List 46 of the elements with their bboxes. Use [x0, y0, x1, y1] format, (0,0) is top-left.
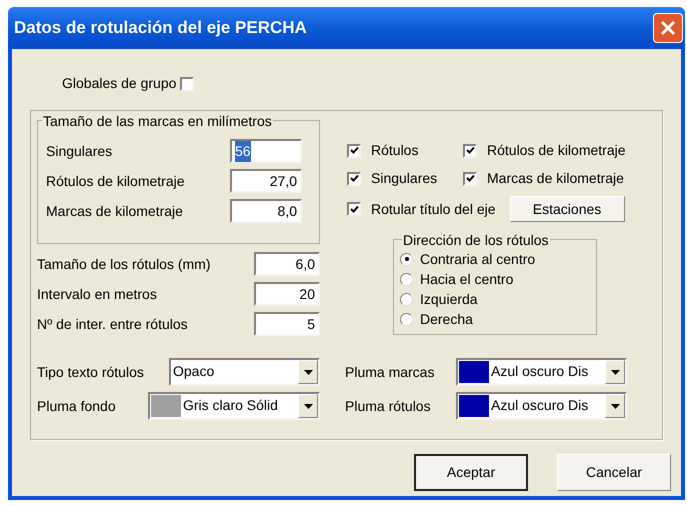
checkbox[interactable] — [463, 144, 477, 158]
dropdown[interactable]: Azul oscuro Dis — [456, 358, 627, 386]
field-label: Marcas de kilometraje — [46, 202, 184, 221]
dropdown[interactable]: Opaco — [169, 358, 320, 386]
input-field[interactable]: 5 — [254, 312, 320, 336]
checkbox-label[interactable]: Rótulos — [371, 140, 451, 161]
dialog-button[interactable]: Cancelar — [557, 454, 671, 491]
checkbox[interactable] — [347, 172, 361, 186]
close-button[interactable] — [653, 13, 683, 43]
checkbox[interactable] — [347, 144, 361, 158]
field-label: Rótulos de kilometraje — [46, 172, 186, 191]
radio-label[interactable]: Izquierda — [420, 288, 478, 310]
checkbox[interactable] — [180, 76, 194, 90]
checkbox-label[interactable]: Singulares — [371, 168, 459, 189]
radio-button[interactable] — [400, 272, 413, 286]
field-label: Intervalo en metros — [37, 284, 158, 304]
field-label: Tamaño de los rótulos (mm) — [37, 254, 212, 274]
field-label: Nº de inter. entre rótulos — [37, 314, 189, 334]
field-label: Pluma fondo — [37, 396, 117, 416]
field-label: Singulares — [46, 142, 114, 161]
checkbox-label[interactable]: Rótulos de kilometraje — [487, 140, 626, 161]
dialog-button[interactable]: Aceptar — [414, 454, 528, 491]
checkbox[interactable] — [463, 172, 477, 186]
radio-button[interactable] — [400, 312, 413, 326]
checkbox-label[interactable]: Marcas de kilometraje — [487, 168, 624, 189]
radio-label[interactable]: Derecha — [420, 308, 473, 330]
field-label: Pluma rótulos — [345, 396, 432, 416]
radio-button[interactable] — [400, 252, 413, 266]
checkbox[interactable] — [347, 202, 361, 216]
radio-button[interactable] — [400, 292, 413, 306]
input-field[interactable]: 56 — [230, 139, 302, 163]
input-field[interactable]: 8,0 — [230, 199, 302, 223]
input-field[interactable]: 27,0 — [230, 169, 302, 193]
checkbox-label[interactable]: Globales de grupo — [62, 73, 176, 94]
stations-button[interactable]: Estaciones — [510, 196, 625, 222]
checkbox-label[interactable]: Rotular título del eje — [371, 198, 496, 220]
dropdown[interactable]: Gris claro Sólid — [148, 392, 320, 420]
radio-label[interactable]: Hacia el centro — [420, 268, 514, 290]
close-icon[interactable] — [660, 20, 676, 36]
window-title: Datos de rotulación del eje PERCHA — [14, 17, 307, 40]
dropdown[interactable]: Azul oscuro Dis — [456, 392, 627, 420]
radio-label[interactable]: Contraria al centro — [420, 248, 536, 270]
field-label: Tipo texto rótulos — [37, 362, 145, 382]
input-field[interactable]: 20 — [254, 282, 320, 306]
input-field[interactable]: 6,0 — [254, 252, 320, 276]
field-label: Pluma marcas — [345, 362, 436, 382]
